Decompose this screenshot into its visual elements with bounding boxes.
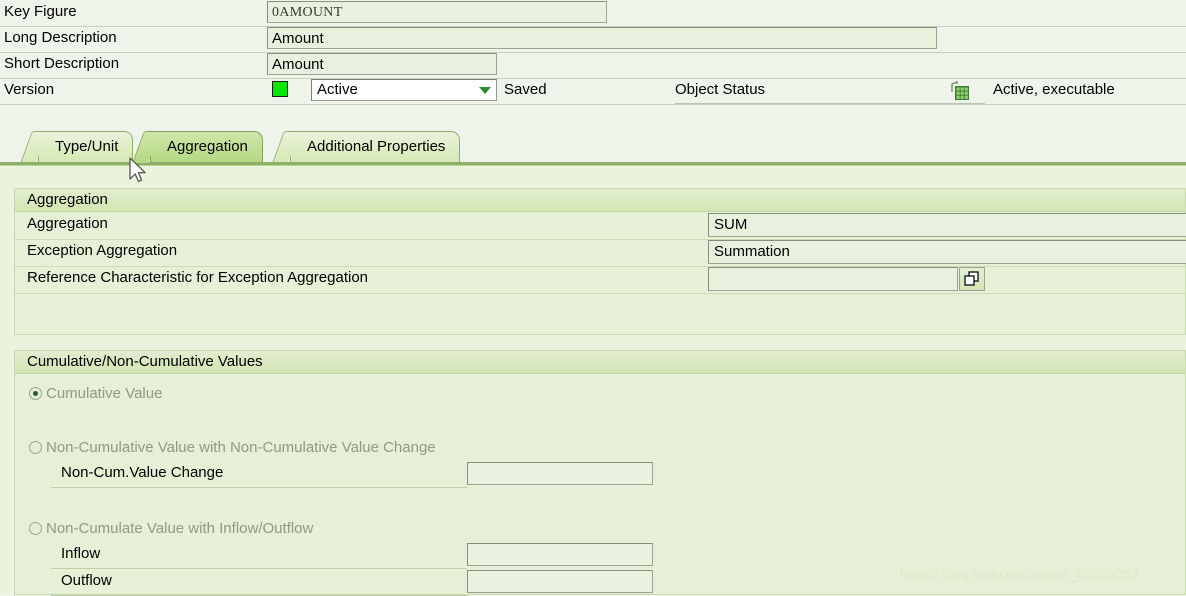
version-status-indicator-icon (272, 81, 288, 97)
key-figure-field[interactable]: 0AMOUNT (267, 1, 607, 23)
reference-characteristic-row: Reference Characteristic for Exception A… (15, 266, 1185, 294)
inflow-input[interactable] (467, 543, 653, 566)
inflow-label: Inflow (61, 545, 101, 562)
cumulative-values-panel: Cumulative/Non-Cumulative Values Cumulat… (14, 350, 1186, 596)
version-dropdown[interactable]: Active (311, 79, 497, 101)
short-description-label: Short Description (4, 55, 120, 72)
radio-cumulative-value[interactable]: Cumulative Value (29, 385, 162, 402)
radio-non-cumulative-with-change[interactable]: Non-Cumulative Value with Non-Cumulative… (29, 439, 436, 456)
tab-aggregation[interactable]: Aggregation (150, 131, 263, 162)
header-form: Key Figure 0AMOUNT Long Description Amou… (0, 0, 1186, 110)
radio-cumulative-value-label: Cumulative Value (46, 385, 163, 402)
key-figure-label: Key Figure (4, 3, 77, 20)
tabstrip: Type/Unit Aggregation Additional Propert… (0, 131, 1186, 164)
outflow-input[interactable] (467, 570, 653, 593)
non-cum-value-change-label: Non-Cum.Value Change (61, 464, 224, 481)
version-dropdown-value: Active (317, 81, 358, 98)
aggregation-panel-title: Aggregation (15, 189, 1185, 212)
reference-characteristic-value-help-button[interactable] (959, 267, 985, 291)
radio-button-icon (29, 441, 42, 454)
aggregation-panel: Aggregation Aggregation SUM Exception Ag… (14, 188, 1186, 335)
radio-non-cumulate-inflow-outflow-label: Non-Cumulate Value with Inflow/Outflow (46, 520, 314, 537)
object-status-label: Object Status (675, 81, 766, 98)
tab-aggregation-label: Aggregation (167, 138, 248, 155)
aggregation-field-label: Aggregation (27, 215, 108, 232)
tab-additional-properties-label: Additional Properties (307, 138, 446, 155)
aggregation-row: Aggregation SUM (15, 212, 1186, 240)
inflow-row: Inflow (15, 542, 1185, 569)
cumulative-values-panel-title: Cumulative/Non-Cumulative Values (15, 351, 1185, 374)
radio-button-icon (29, 522, 42, 535)
outflow-label: Outflow (61, 572, 112, 589)
saved-status-text: Saved (504, 81, 547, 98)
exception-aggregation-value-field[interactable]: Summation (708, 240, 1186, 264)
row-underline (51, 487, 467, 488)
tab-content-aggregation: Aggregation Aggregation SUM Exception Ag… (0, 166, 1186, 596)
short-description-row: Short Description Amount (0, 52, 1186, 79)
version-row: Version Active Saved Object Status Activ… (0, 78, 1186, 105)
exception-aggregation-row: Exception Aggregation Summation (15, 239, 1186, 267)
key-figure-row: Key Figure 0AMOUNT (0, 0, 1186, 27)
non-cum-value-change-row: Non-Cum.Value Change (15, 461, 1185, 488)
watermark-text: https://blog.csdn.net/weixin_45689053 (900, 566, 1139, 582)
long-description-row: Long Description Amount (0, 26, 1186, 53)
long-description-label: Long Description (4, 29, 117, 46)
reference-characteristic-input[interactable] (708, 267, 958, 291)
tab-type-unit[interactable]: Type/Unit (38, 131, 134, 162)
aggregation-value-field[interactable]: SUM (708, 213, 1186, 237)
object-status-value: Active, executable (993, 81, 1115, 98)
short-description-field[interactable]: Amount (267, 53, 497, 75)
radio-non-cumulate-inflow-outflow[interactable]: Non-Cumulate Value with Inflow/Outflow (29, 520, 313, 537)
exception-aggregation-label: Exception Aggregation (27, 242, 178, 259)
active-executable-grid-icon (946, 81, 976, 101)
version-label: Version (4, 81, 55, 98)
tab-type-unit-label: Type/Unit (55, 138, 119, 155)
radio-button-icon (29, 387, 42, 400)
tab-additional-properties[interactable]: Additional Properties (290, 131, 461, 162)
long-description-field[interactable]: Amount (267, 27, 937, 49)
non-cum-value-change-input[interactable] (467, 462, 653, 485)
radio-non-cumulative-with-change-label: Non-Cumulative Value with Non-Cumulative… (46, 439, 436, 456)
reference-characteristic-label: Reference Characteristic for Exception A… (27, 269, 369, 286)
chevron-down-icon (479, 87, 491, 94)
object-status-underline (675, 103, 985, 104)
